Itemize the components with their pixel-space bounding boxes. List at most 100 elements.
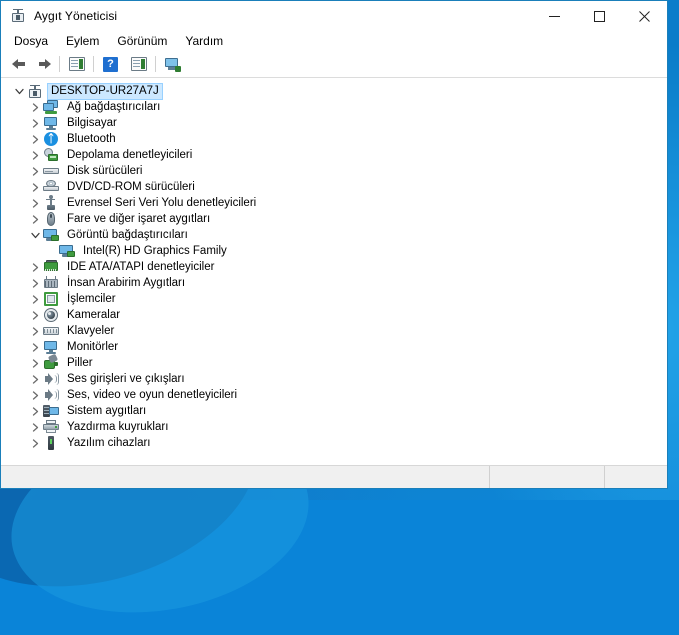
tree-node-processors[interactable]: İşlemciler [1,291,667,307]
device-manager-icon [10,8,26,24]
tree-node-label: Piller [64,356,96,371]
tree-node-label: Fare ve diğer işaret aygıtları [64,212,213,227]
show-hide-console-tree-button[interactable] [65,53,88,75]
computer-root-icon [27,83,43,99]
tree-node-label: Depolama denetleyicileri [64,148,195,163]
tree-node-dvd-cdrom-drives[interactable]: DVD/CD-ROM sürücüleri [1,179,667,195]
forward-button[interactable] [31,53,54,75]
tree-node-label: Kameralar [64,308,123,323]
minimize-button[interactable] [532,1,577,31]
tree-node-disk-drives[interactable]: Disk sürücüleri [1,163,667,179]
tree-node-computer[interactable]: Bilgisayar [1,115,667,131]
arrow-left-icon [12,57,28,71]
help-question-icon: ? [103,57,118,72]
chevron-right-icon[interactable] [27,323,43,339]
tree-node-label: Sistem aygıtları [64,404,149,419]
tree-node-label: Evrensel Seri Veri Yolu denetleyicileri [64,196,259,211]
chevron-right-icon[interactable] [27,163,43,179]
chevron-right-icon[interactable] [27,131,43,147]
display-adapter-icon [43,227,59,243]
tree-node-sound-video-game-controllers[interactable]: Ses, video ve oyun denetleyicileri [1,387,667,403]
tree-node-root[interactable]: DESKTOP-UR27A7J [1,83,667,99]
title-bar: Aygıt Yöneticisi [1,1,667,31]
status-bar-pane-two [490,466,605,488]
tree-node-label: Ağ bağdaştırıcıları [64,100,163,115]
chevron-right-icon[interactable] [27,147,43,163]
chevron-right-icon[interactable] [27,387,43,403]
tree-node-label: Disk sürücüleri [64,164,145,179]
tree-node-display-adapters[interactable]: Görüntü bağdaştırıcıları [1,227,667,243]
sound-video-game-controller-icon [43,387,59,403]
toolbar-separator-1 [59,56,60,72]
chevron-right-icon[interactable] [27,211,43,227]
tree-node-keyboards[interactable]: Klavyeler [1,323,667,339]
back-button[interactable] [8,53,31,75]
chevron-right-icon[interactable] [27,307,43,323]
tree-node-monitors[interactable]: Monitörler [1,339,667,355]
arrow-right-icon [35,57,51,71]
tree-node-usb-controllers[interactable]: Evrensel Seri Veri Yolu denetleyicileri [1,195,667,211]
keyboard-icon [43,323,59,339]
tree-node-software-devices[interactable]: Yazılım cihazları [1,435,667,451]
chevron-right-icon[interactable] [27,435,43,451]
menu-bar: Dosya Eylem Görünüm Yardım [1,31,667,51]
tree-node-storage-controllers[interactable]: Depolama denetleyicileri [1,147,667,163]
tree-node-batteries[interactable]: Piller [1,355,667,371]
toolbar: ? [1,51,667,78]
window-title: Aygıt Yöneticisi [34,9,117,23]
menu-item-yardim[interactable]: Yardım [176,32,232,50]
chevron-down-icon[interactable] [27,227,43,243]
tree-node-cameras[interactable]: Kameralar [1,307,667,323]
tree-node-label: İşlemciler [64,292,119,307]
menu-item-dosya[interactable]: Dosya [5,32,57,50]
status-bar [1,465,667,488]
tree-node-label: Yazılım cihazları [64,436,154,451]
mouse-icon [43,211,59,227]
chevron-down-icon[interactable] [11,83,27,99]
audio-io-icon [43,371,59,387]
tree-node-label: Bilgisayar [64,116,120,131]
chevron-right-icon[interactable] [27,99,43,115]
tree-node-audio-inputs-outputs[interactable]: Ses girişleri ve çıkışları [1,371,667,387]
tree-node-label: Ses, video ve oyun denetleyicileri [64,388,240,403]
toolbar-separator-2 [93,56,94,72]
tree-node-print-queues[interactable]: Yazdırma kuyrukları [1,419,667,435]
help-button[interactable]: ? [99,53,122,75]
toolbar-separator-3 [155,56,156,72]
chevron-right-icon[interactable] [27,275,43,291]
chevron-right-icon[interactable] [27,419,43,435]
usb-controller-icon [43,195,59,211]
tree-node-network-adapters[interactable]: Ağ bağdaştırıcıları [1,99,667,115]
chevron-right-icon[interactable] [27,291,43,307]
monitor-icon [43,339,59,355]
tree-node-system-devices[interactable]: Sistem aygıtları [1,403,667,419]
tree-node-label: Klavyeler [64,324,117,339]
device-tree-pane[interactable]: DESKTOP-UR27A7J Ağ bağdaştırıcıları [1,78,667,465]
chevron-right-icon[interactable] [27,339,43,355]
console-tree-icon [69,57,85,71]
properties-button[interactable] [127,53,150,75]
chevron-right-icon[interactable] [27,115,43,131]
computer-icon [43,115,59,131]
system-device-icon [43,403,59,419]
status-bar-pane-three [605,466,667,488]
maximize-button[interactable] [577,1,622,31]
chevron-right-icon[interactable] [27,195,43,211]
tree-node-human-interface-devices[interactable]: İnsan Arabirim Aygıtları [1,275,667,291]
tree-node-mice-pointing-devices[interactable]: Fare ve diğer işaret aygıtları [1,211,667,227]
chevron-right-icon[interactable] [27,403,43,419]
tree-node-label: Bluetooth [64,132,119,147]
menu-item-gorunum[interactable]: Görünüm [108,32,176,50]
tree-node-intel-hd-graphics[interactable]: Intel(R) HD Graphics Family [1,243,667,259]
chevron-right-icon[interactable] [27,371,43,387]
chevron-right-icon[interactable] [27,179,43,195]
chevron-right-icon[interactable] [27,259,43,275]
dvd-drive-icon [43,179,59,195]
chevron-right-icon[interactable] [27,355,43,371]
software-device-icon [43,435,59,451]
tree-node-ide-ata-atapi-controllers[interactable]: IDE ATA/ATAPI denetleyiciler [1,259,667,275]
tree-node-bluetooth[interactable]: ᛏ Bluetooth [1,131,667,147]
menu-item-eylem[interactable]: Eylem [57,32,108,50]
scan-for-hardware-changes-button[interactable] [161,53,184,75]
close-button[interactable] [622,1,667,31]
